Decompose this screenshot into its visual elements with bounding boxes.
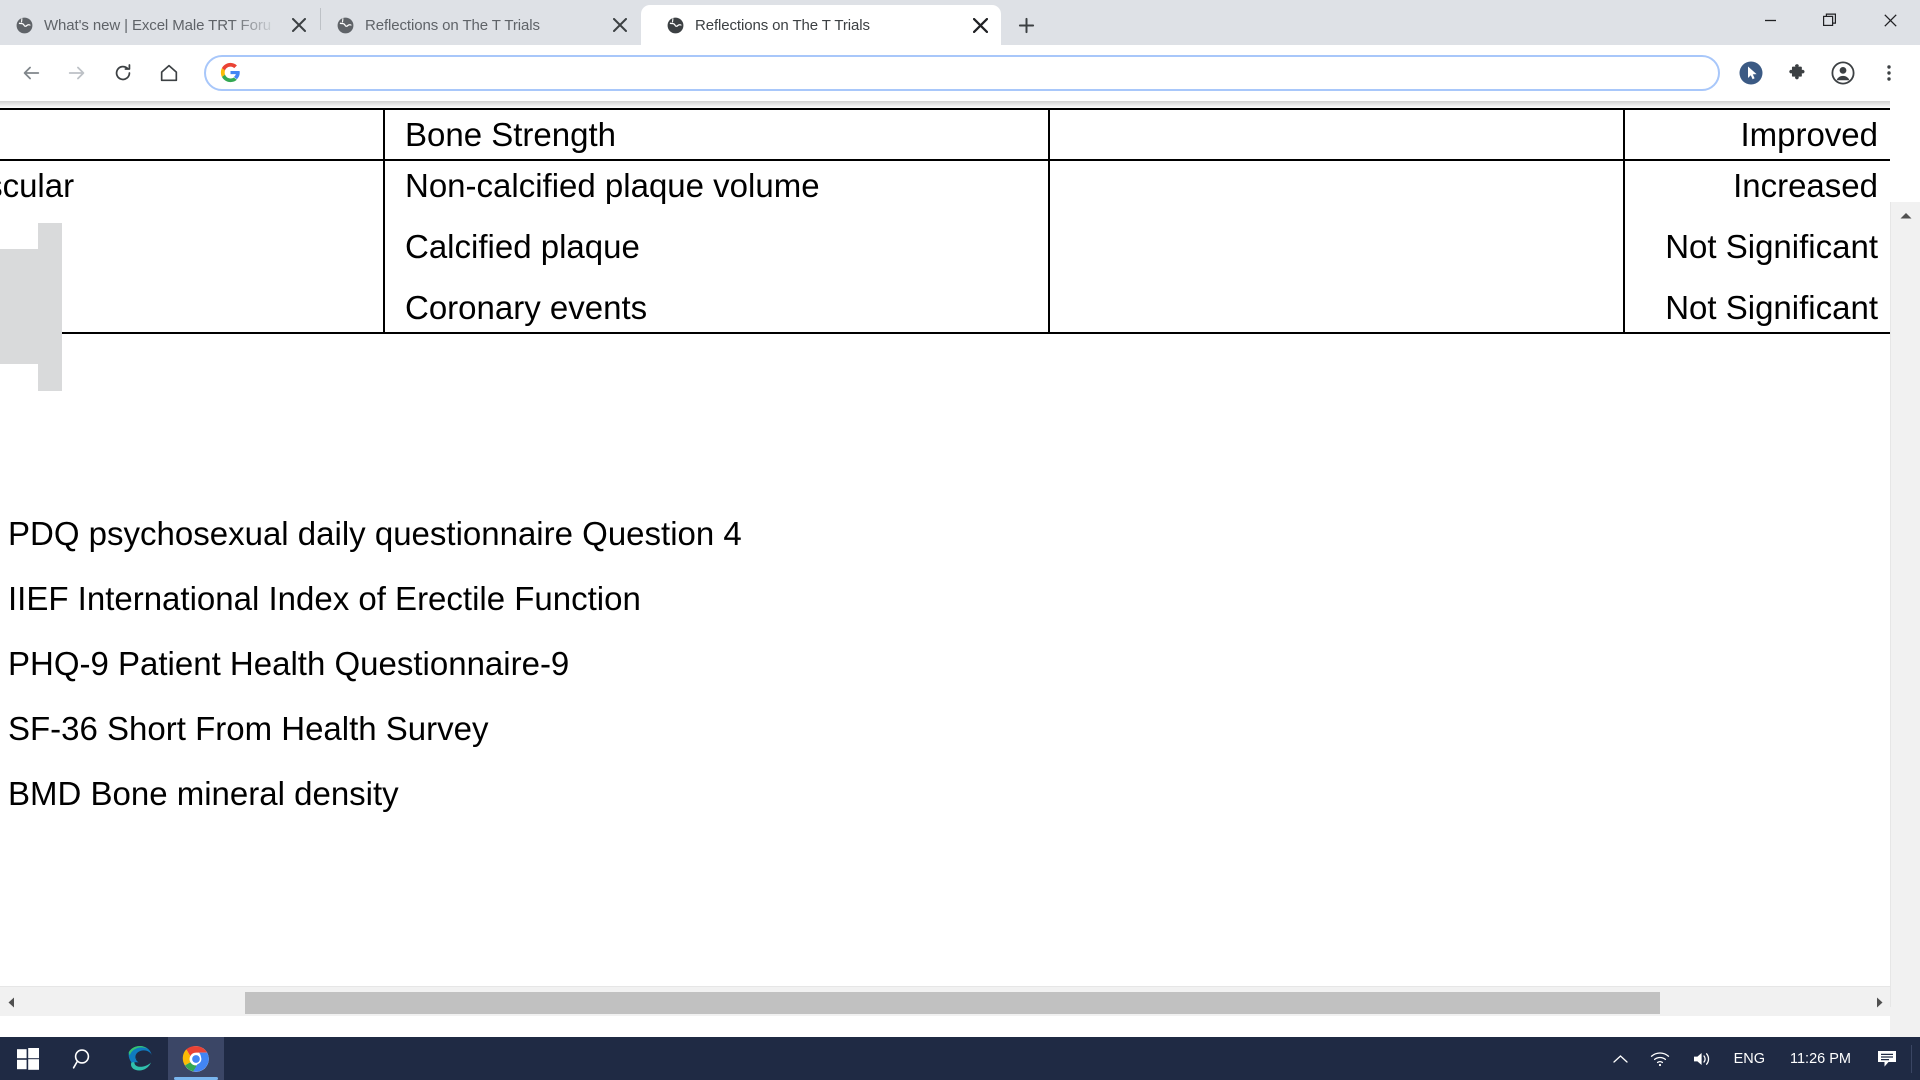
tray-divider [1911,1044,1912,1073]
windows-start-icon[interactable] [0,1037,56,1080]
tab-title: What's new | Excel Male TRT Foru [44,16,271,34]
tab-close-button[interactable] [607,12,633,38]
windows-taskbar: ENG 11:26 PM [0,1037,1920,1080]
horizontal-scrollbar-thumb[interactable] [245,992,1660,1014]
chevron-up-icon[interactable] [1602,1037,1639,1080]
result-item: Increased [1733,167,1878,204]
table-cell-measures: Bone Strength [383,108,1050,161]
scroll-up-arrow-icon[interactable] [1891,202,1920,228]
result-item: Not Significant [1665,289,1878,326]
result-item: Improved [1740,116,1878,153]
globe-icon [665,15,685,35]
abbreviation-legend: PDQ psychosexual daily questionnaire Que… [8,515,1508,841]
tab-title: Reflections on The T Trials [365,16,540,34]
page-viewport: Bone Strength Improved Cardiovascular No… [0,101,1920,1037]
page-edge-artifact-bar [38,223,62,391]
browser-window: What's new | Excel Male TRT Foru Reflect… [0,0,1920,1037]
browser-tab-3-active[interactable]: Reflections on The T Trials [641,5,1001,45]
back-arrow-icon[interactable] [11,53,51,93]
scroll-left-arrow-icon[interactable] [0,987,22,1016]
browser-toolbar [0,45,1920,101]
table-cell-middle [1048,108,1625,161]
horizontal-scrollbar[interactable] [0,986,1890,1016]
document-content: Bone Strength Improved Cardiovascular No… [0,101,1890,1016]
search-input[interactable] [254,64,1704,82]
table-cell-middle [1048,159,1625,334]
chrome-icon[interactable] [168,1037,224,1080]
chrome-menu-icon[interactable] [1869,53,1909,93]
measure-item: Non-calcified plaque volume [405,167,820,204]
toolbar-right-icons [1728,53,1912,93]
result-item: Not Significant [1665,228,1878,265]
google-g-icon [220,62,242,84]
legend-item: PHQ-9 Patient Health Questionnaire-9 [8,644,570,682]
address-bar[interactable] [204,55,1720,91]
legend-item: IIEF International Index of Erectile Fun… [8,579,641,617]
tab-close-button[interactable] [967,12,993,38]
legend-item: PDQ psychosexual daily questionnaire Que… [8,515,742,552]
new-tab-button[interactable] [1009,8,1043,42]
scrollbar-corner [1890,1007,1920,1037]
system-tray: ENG 11:26 PM [1602,1037,1920,1080]
window-controls [1740,0,1920,45]
tab-title: Reflections on The T Trials [695,16,870,34]
table-cell-measures: Non-calcified plaque volume Calcified pl… [383,159,1050,334]
reload-icon[interactable] [103,53,143,93]
extensions-puzzle-icon[interactable] [1777,53,1817,93]
table-cell-results: Increased Not Significant Not Significan… [1623,159,1890,334]
browser-tab-2[interactable]: Reflections on The T Trials [321,5,641,45]
table-cell-results: Improved [1623,108,1890,161]
table-cell-category [0,108,385,161]
legend-item: SF-36 Short From Health Survey [8,709,489,747]
results-table: Bone Strength Improved Cardiovascular No… [0,108,1890,334]
forward-arrow-icon[interactable] [57,53,97,93]
measure-item: Bone Strength [405,116,616,153]
restore-icon[interactable] [1800,0,1860,40]
scroll-right-arrow-icon[interactable] [1868,987,1890,1016]
search-icon[interactable] [56,1037,112,1080]
table-row: Cardiovascular Non-calcified plaque volu… [0,159,1890,334]
tab-close-button[interactable] [286,12,312,38]
wifi-icon[interactable] [1639,1037,1681,1080]
speaker-icon[interactable] [1681,1037,1723,1080]
vertical-scrollbar[interactable] [1890,202,1920,1037]
legend-item: BMD Bone mineral density [8,774,399,812]
edge-icon[interactable] [112,1037,168,1080]
table-row: Bone Strength Improved [0,108,1890,161]
cursor-badge-icon[interactable] [1731,53,1771,93]
content-top-shadow [0,101,1890,108]
close-icon[interactable] [1860,0,1920,40]
notification-icon[interactable] [1865,1037,1909,1080]
profile-avatar-icon[interactable] [1823,53,1863,93]
home-icon[interactable] [149,53,189,93]
globe-icon [14,15,34,35]
measure-item: Calcified plaque [405,228,640,265]
language-indicator[interactable]: ENG [1723,1037,1776,1080]
measure-item: Coronary events [405,289,648,326]
globe-icon [335,15,355,35]
minimize-icon[interactable] [1740,0,1800,40]
clock[interactable]: 11:26 PM [1776,1037,1865,1080]
tab-strip: What's new | Excel Male TRT Foru Reflect… [0,0,1920,45]
browser-tab-1[interactable]: What's new | Excel Male TRT Foru [0,5,320,45]
